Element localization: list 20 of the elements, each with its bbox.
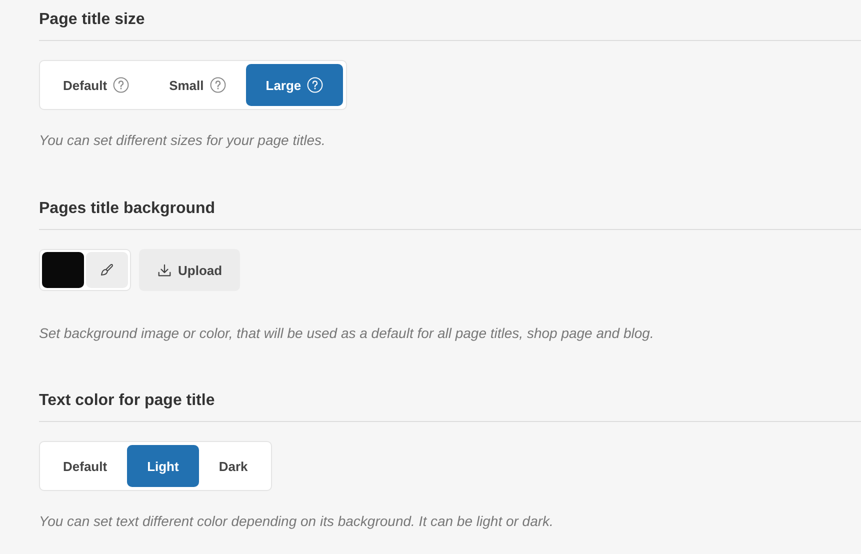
help-icon <box>307 77 324 93</box>
option-button[interactable]: Default <box>43 64 150 106</box>
option-button[interactable]: Small <box>149 64 246 106</box>
option-button[interactable]: Default <box>43 445 128 487</box>
hint-text: You can set text different color depending on its background. It can be light or dark. <box>39 513 554 529</box>
option-button[interactable]: Large <box>246 64 344 106</box>
section-title: Text color for page title <box>39 391 216 411</box>
help-icon <box>210 77 226 93</box>
brush-icon <box>99 262 115 278</box>
color-swatch[interactable] <box>42 252 84 288</box>
help-icon <box>113 77 130 93</box>
section-title: Page title size <box>39 10 146 30</box>
color-picker[interactable] <box>39 249 131 291</box>
section-title: Pages title background <box>39 199 216 219</box>
option-button[interactable]: Dark <box>198 445 268 487</box>
option-button[interactable]: Light <box>127 445 199 487</box>
hint-text: You can set different sizes for your page titles. <box>39 132 326 148</box>
download-icon <box>157 262 172 278</box>
hint-text: Set background image or color, that will be used as a default for all page titles, shop page and blog. <box>39 325 655 341</box>
upload-button[interactable]: Upload <box>139 249 240 291</box>
